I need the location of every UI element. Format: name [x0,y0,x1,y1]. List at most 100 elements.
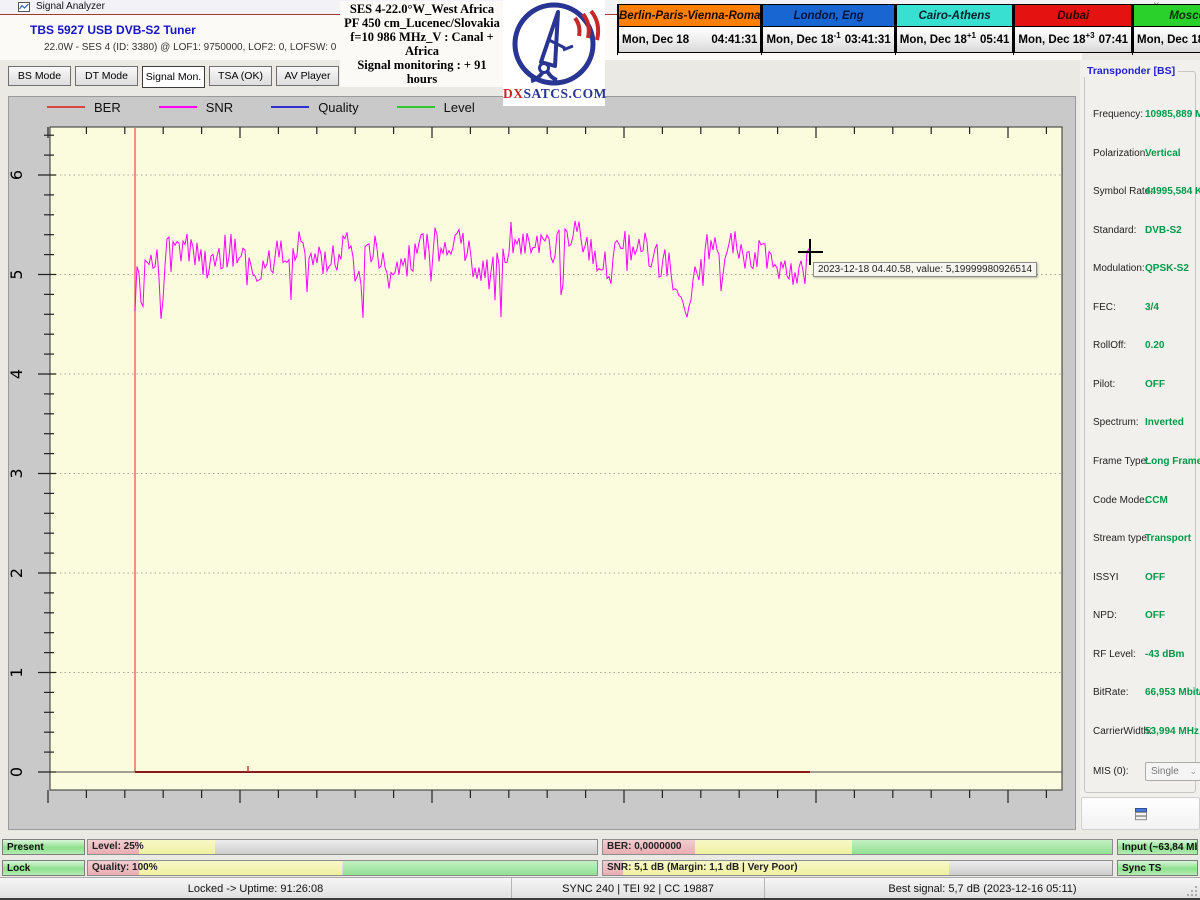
tp-field-value: OFF [1145,610,1165,621]
tp-field-label: Polarization: [1093,148,1148,159]
bar-label: BER: 0,0000000 [607,841,682,852]
tuner-name: TBS 5927 USB DVB-S2 Tuner [30,23,196,37]
tp-field-bitrate-: BitRate: 66,953 Mbit/s [1093,687,1197,701]
chevron-down-icon: ⌄ [1189,766,1197,777]
tp-field-label: BitRate: [1093,687,1129,698]
tp-field-label: Frequency: [1093,109,1143,120]
list-icon [1133,807,1149,821]
tp-field-label: NPD: [1093,610,1117,621]
tp-field-polarization-: Polarization:Vertical [1093,148,1197,162]
tp-field-code-mode-: Code Mode:CCM [1093,495,1197,509]
legend-label-level: Level [444,100,475,115]
tp-field-frame-type-: Frame Type:Long Frame [1093,456,1197,470]
tp-field-frequency-: Frequency:10985,889 MHz [1093,109,1197,123]
tp-field-issyi: ISSYIOFF [1093,572,1197,586]
transponder-title: Transponder [BS] [1084,65,1178,77]
status-badge-present: Present [2,839,85,855]
clock-city-label: London, Eng [762,4,894,26]
clock-moscow: MoscowMon, Dec 18+206:41 [1133,4,1200,55]
tp-field-label: MIS (0): [1093,766,1129,777]
tp-field-value: QPSK-S2 [1145,263,1189,274]
svg-text:5: 5 [8,269,26,279]
clock-date: Mon, Dec 18 [1137,34,1200,46]
progress-bar-quality: Quality: 100% [87,860,598,876]
tp-field-value: -43 dBm [1145,649,1184,660]
app-icon [18,2,30,12]
legend-line-level [397,106,435,108]
logo-text: DXSATCS.COM [503,86,605,102]
bar-segment-yellow [139,840,215,854]
svg-text:2: 2 [8,568,26,578]
tp-field-rf-level-: RF Level: -43 dBm [1093,649,1197,663]
cursor-tooltip: 2023-12-18 04.40.58, value: 5,1999998092… [813,262,1037,277]
legend-label-quality: Quality [318,100,358,115]
tab-tsa-ok-[interactable]: TSA (OK) [209,66,272,86]
tp-field-rolloff-: RollOff:0.20 [1093,340,1197,354]
tp-field-label: RF Level: [1093,649,1136,660]
tp-field-value: CCM [1145,495,1168,506]
tp-field-label: Frame Type: [1093,456,1149,467]
tp-field-value: Inverted [1145,417,1184,428]
mis-selected-value: Single [1151,766,1179,777]
tp-field-pilot-: Pilot:OFF [1093,379,1197,393]
svg-text:3: 3 [8,468,26,478]
mis-dropdown[interactable]: Single ⌄ [1145,762,1200,781]
transponder-action-button[interactable] [1081,797,1200,830]
window-title: Signal Analyzer [36,1,105,12]
clock-city-label: Berlin-Paris-Vienna-Roma [618,4,761,26]
tp-field-value: 44995,584 KS/s [1145,186,1200,197]
clock-berlin-paris-vienna-roma: Berlin-Paris-Vienna-Roma Mon, Dec 18 04:41… [617,4,762,55]
clock-date: Mon, Dec 18 [622,34,689,46]
tp-field-label: Standard: [1093,225,1136,236]
tp-field-symbol-rate-: Symbol Rate:44995,584 KS/s [1093,186,1197,200]
dxsatcs-logo: DXSATCS.COM [503,0,605,106]
tp-field-modulation-: Modulation:QPSK-S2 [1093,263,1197,277]
legend-line-quality [271,106,309,108]
tp-field-label: Spectrum: [1093,417,1139,428]
legend-line-ber [47,106,85,108]
svg-text:6: 6 [8,170,26,180]
clock-date: Mon, Dec 18 [900,34,967,46]
tp-field-value: 3/4 [1145,302,1159,313]
signal-chart[interactable]: 0123456 [8,96,1076,830]
tp-field-label: FEC: [1093,302,1116,313]
tp-field-fec-: FEC: 3/4 [1093,302,1197,316]
progress-bar-level: Level: 25% [87,839,598,855]
tp-field-standard-: Standard: DVB-S2 [1093,225,1197,239]
chart-legend: BERSNRQualityLevel [47,100,513,114]
info-line-2: PF 450 cm_Lucenec/Slovakia [342,16,502,30]
clock-time-row: Mon, Dec 18+206:41 [1133,26,1200,53]
resize-grip[interactable] [1186,885,1198,897]
tp-field-mis: MIS (0): Single ⌄ [1093,766,1197,780]
tab-av-player[interactable]: AV Player [276,66,339,86]
tp-field-stream-type-: Stream type:Transport [1093,533,1197,547]
tab-dt-mode[interactable]: DT Mode [75,66,138,86]
tp-field-value: OFF [1145,379,1165,390]
tp-field-value: DVB-S2 [1145,225,1182,236]
bar-segment-yellow [695,840,853,854]
clock-city-label: Cairo-Athens [896,4,1014,26]
clock-time: 04:41:31 [711,34,757,46]
bar-label: Quality: 100% [92,862,158,873]
progress-bar-snr: SNR: 5,1 dB (Margin: 1,1 dB | Very Poor) [602,860,1113,876]
tab-signal-mon-[interactable]: Signal Mon. [142,66,205,88]
tp-field-value: Transport [1145,533,1191,544]
clock-time-row: Mon, Dec 18+307:41 [1014,26,1132,53]
tp-field-value: 66,953 Mbit/s [1145,687,1200,698]
svg-text:0: 0 [8,767,26,777]
status-best-signal: Best signal: 5,7 dB (2023-12-16 05:11) [765,878,1200,899]
world-clock-bar: Berlin-Paris-Vienna-Roma Mon, Dec 18 04:41… [617,4,1200,55]
tp-field-label: CarrierWidth: [1093,726,1152,737]
tp-field-label: Code Mode: [1093,495,1147,506]
clock-london-eng: London, EngMon, Dec 18-103:41:31 [762,4,895,55]
tp-field-value: 0.20 [1145,340,1164,351]
tp-field-value: Long Frame [1145,456,1200,467]
clock-date: Mon, Dec 18 [766,34,833,46]
clock-utc-offset: +1 [967,31,976,40]
tp-field-value: OFF [1145,572,1165,583]
clock-date: Mon, Dec 18 [1018,34,1085,46]
tab-bs-mode[interactable]: BS Mode [8,66,71,86]
tp-field-label: Modulation: [1093,263,1145,274]
clock-time-row: Mon, Dec 18+105:41 [896,26,1014,53]
transponder-panel: Frequency:10985,889 MHz Polarization:Vert… [1080,60,1200,830]
